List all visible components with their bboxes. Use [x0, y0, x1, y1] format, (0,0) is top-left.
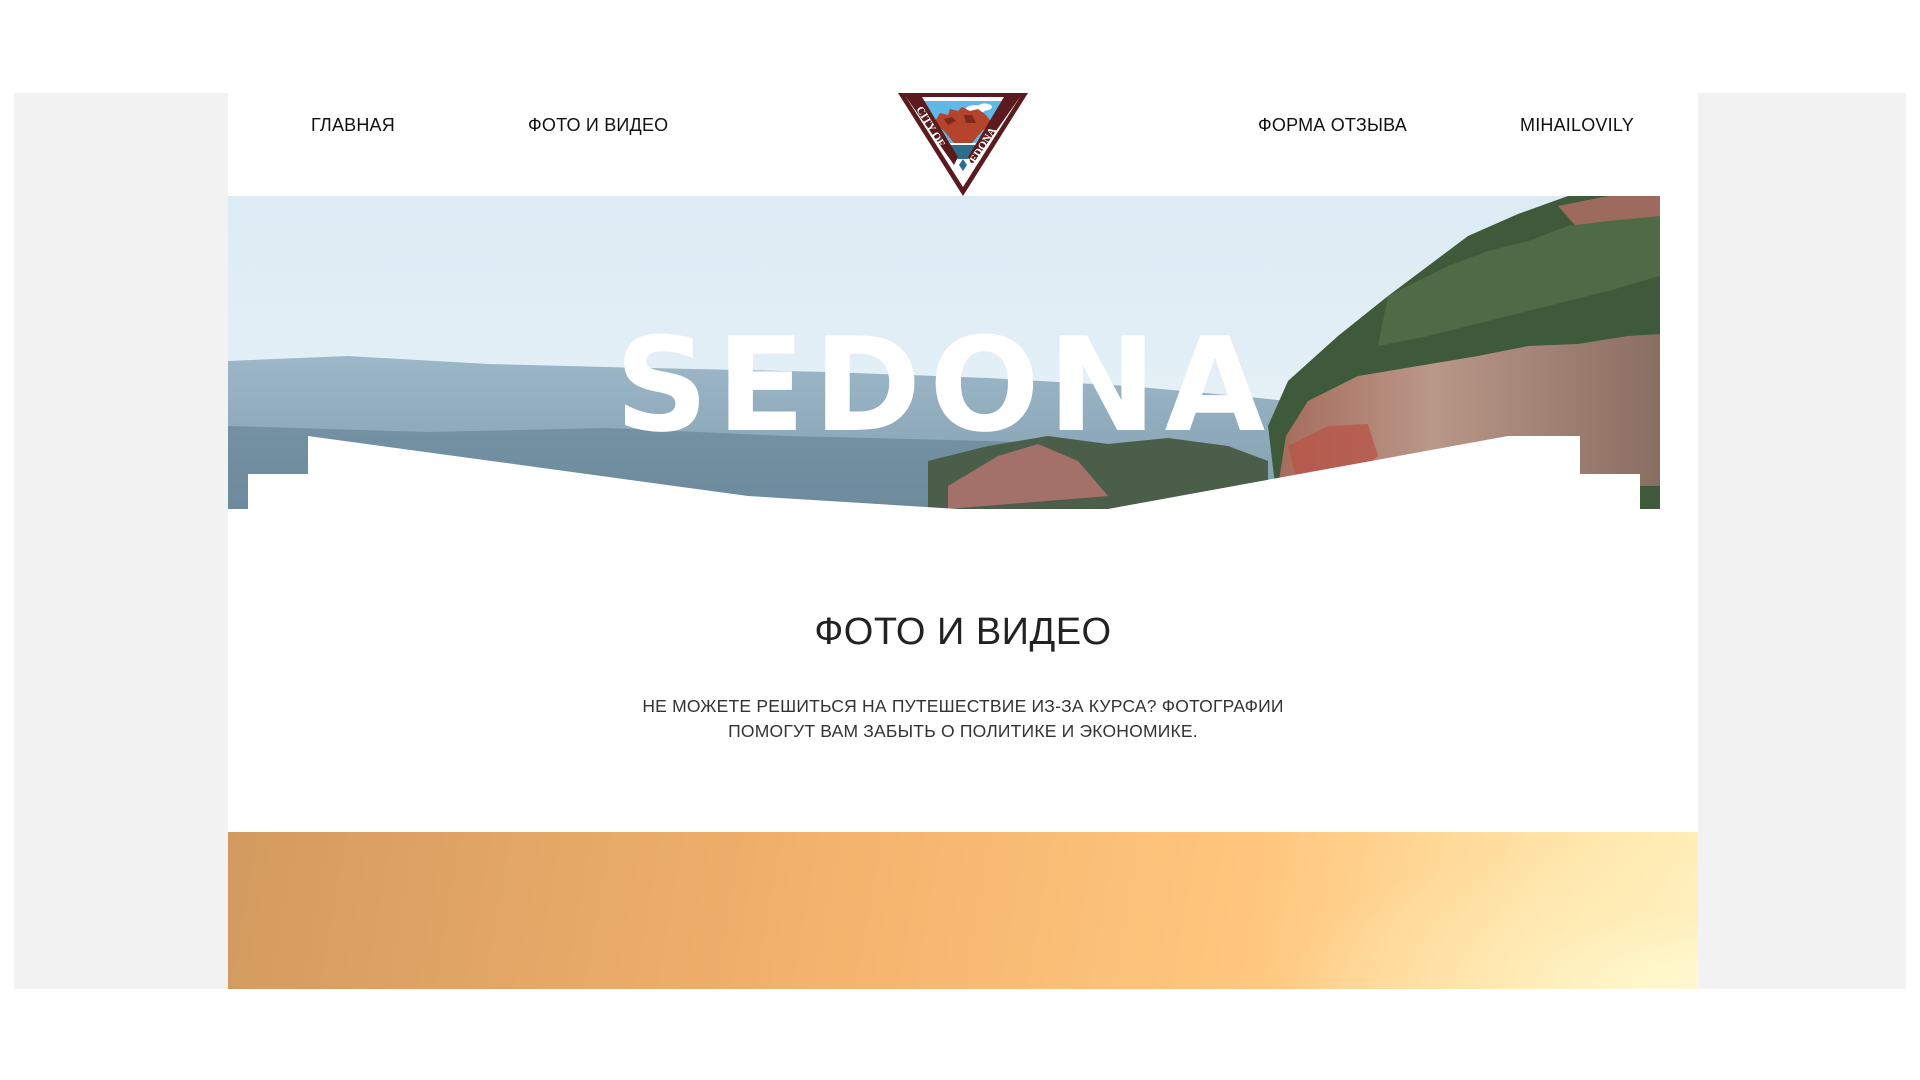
- nav-link-photo-video[interactable]: ФОТО И ВИДЕО: [528, 115, 668, 136]
- hero-banner: SEDONA: [228, 196, 1660, 509]
- nav-link-feedback-form[interactable]: ФОРМА ОТЗЫВА: [1258, 115, 1407, 136]
- hero-title: SEDONA: [614, 309, 1274, 461]
- browser-viewport: ГЛАВНАЯ ФОТО И ВИДЕО CITY OF SEDONA ФОРМ…: [0, 0, 1920, 1080]
- sun-glow: [1278, 832, 1698, 989]
- section-heading: ФОТО И ВИДЕО: [814, 611, 1112, 653]
- nav-link-user[interactable]: MIHAILOVILY: [1520, 115, 1634, 136]
- city-of-sedona-logo[interactable]: CITY OF SEDONA: [898, 93, 1028, 196]
- section-description: НЕ МОЖЕТЕ РЕШИТЬСЯ НА ПУТЕШЕСТВИЕ ИЗ-ЗА …: [642, 696, 1284, 741]
- sunset-photo: [228, 832, 1698, 989]
- nav-link-home[interactable]: ГЛАВНАЯ: [311, 115, 395, 136]
- page-content: ГЛАВНАЯ ФОТО И ВИДЕО CITY OF SEDONA ФОРМ…: [228, 93, 1698, 989]
- site-header: ГЛАВНАЯ ФОТО И ВИДЕО CITY OF SEDONA ФОРМ…: [228, 93, 1698, 196]
